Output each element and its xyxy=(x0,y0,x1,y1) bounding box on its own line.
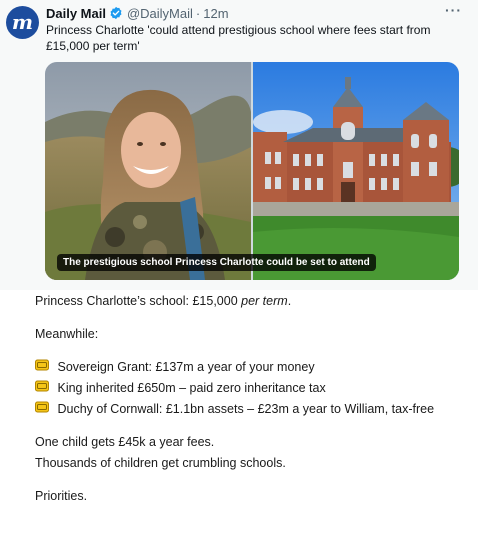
tweet-text: Princess Charlotte 'could attend prestig… xyxy=(46,23,431,53)
avatar-logo-letter: m xyxy=(11,9,34,34)
school-fee-emphasis: per term xyxy=(241,294,288,308)
tweet-timestamp[interactable]: 12m xyxy=(203,6,228,21)
school-fee-punctuation: . xyxy=(287,294,292,308)
post-body: Princess Charlotte’s school: £15,000 per… xyxy=(35,291,465,507)
contrast-line-schools: Thousands of children get crumbling scho… xyxy=(35,456,286,470)
more-options-icon[interactable]: ··· xyxy=(445,2,462,18)
tweet-media[interactable]: The prestigious school Princess Charlott… xyxy=(45,62,459,280)
verified-badge-icon xyxy=(109,6,123,20)
bullet-text: Sovereign Grant: £137m a year of your mo… xyxy=(57,360,315,374)
author-name[interactable]: Daily Mail xyxy=(46,6,106,21)
money-bag-icon xyxy=(35,380,49,392)
image-caption: The prestigious school Princess Charlott… xyxy=(57,254,376,271)
bullet-sovereign-grant: Sovereign Grant: £137m a year of your mo… xyxy=(35,357,465,378)
bullet-king-inheritance: King inherited £650m – paid zero inherit… xyxy=(35,378,465,399)
school-fee-text: Princess Charlotte’s school: £15,000 xyxy=(35,294,242,308)
bullet-text: King inherited £650m – paid zero inherit… xyxy=(57,381,326,395)
author-handle[interactable]: @DailyMail xyxy=(127,6,193,21)
money-bag-icon xyxy=(35,359,49,371)
meanwhile-line: Meanwhile: xyxy=(35,327,99,341)
tweet-header: Daily Mail @DailyMail · 12m xyxy=(46,4,229,22)
closing-line: Priorities. xyxy=(35,489,88,503)
bullet-duchy-cornwall: Duchy of Cornwall: £1.1bn assets – £23m … xyxy=(35,399,465,420)
bullet-text: Duchy of Cornwall: £1.1bn assets – £23m … xyxy=(57,402,435,416)
daily-mail-avatar[interactable]: m xyxy=(6,6,39,39)
school-fee-line: Princess Charlotte’s school: £15,000 per… xyxy=(35,291,465,312)
money-bag-icon xyxy=(35,401,49,413)
school-building-photo[interactable] xyxy=(253,62,459,280)
embedded-tweet[interactable]: m Daily Mail @DailyMail · 12m ··· Prince… xyxy=(0,0,478,290)
header-separator: · xyxy=(195,5,201,21)
contrast-line-fees: One child gets £45k a year fees. xyxy=(35,435,215,449)
portrait-photo[interactable] xyxy=(45,62,251,280)
